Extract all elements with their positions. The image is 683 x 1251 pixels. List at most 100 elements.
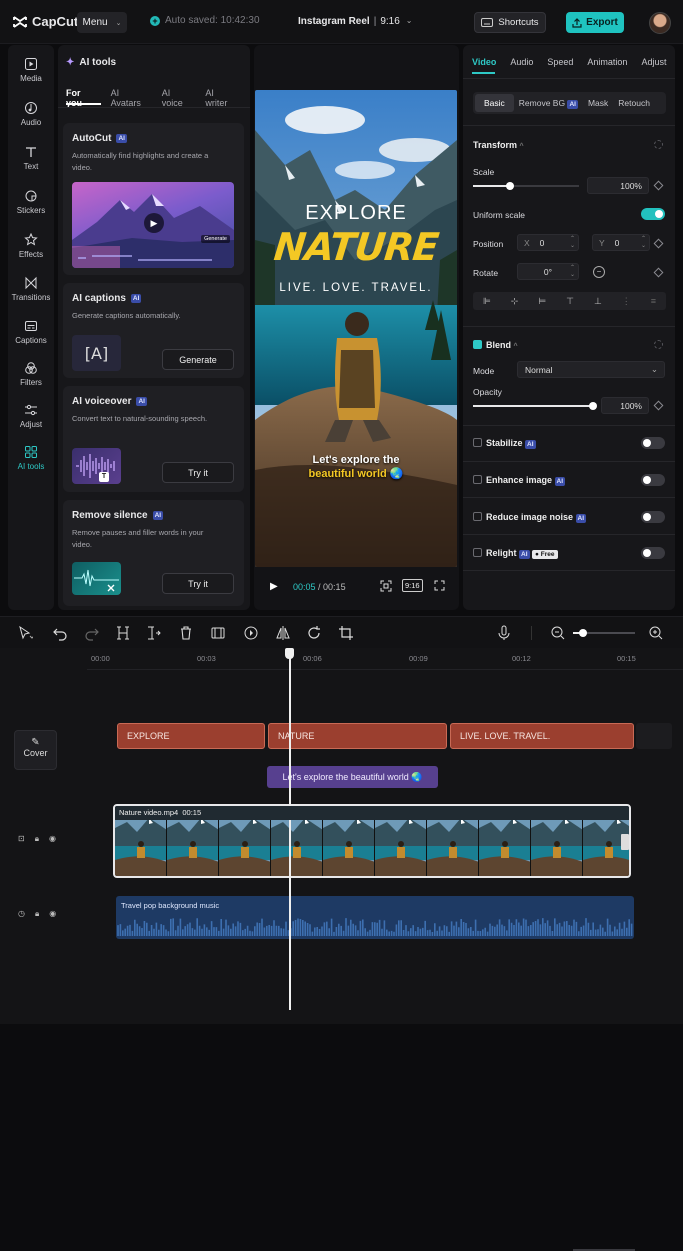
rail-item-audio[interactable]: Audio [8,101,54,127]
freeze-frame-icon[interactable] [210,625,226,641]
crop-icon[interactable] [338,625,354,641]
uniform-scale-toggle[interactable] [641,208,665,220]
relight-checkbox[interactable] [473,548,482,557]
blend-mode-select[interactable]: Normal ⌄ [517,361,665,378]
overlay-nature-text[interactable]: NATURE [255,225,457,269]
reduce-noise-checkbox[interactable] [473,512,482,521]
align-middle-icon[interactable]: ⊥ [594,296,602,307]
export-button[interactable]: Export [566,12,624,33]
stepper-icon[interactable]: ⌃ ⌄ [641,236,646,250]
caption-clip[interactable]: Let's explore the beautiful world 🌏 [267,766,438,788]
tab-for-you[interactable]: For you [66,88,94,108]
undo-icon[interactable] [52,625,68,641]
scale-value-field[interactable]: 100% [587,177,649,194]
reset-icon[interactable] [654,140,663,149]
rotate-icon[interactable] [306,625,322,641]
distribute-v-icon[interactable]: ≡ [651,296,656,306]
time-ruler[interactable]: 00:00 00:03 00:06 00:09 00:12 00:15 [87,648,683,670]
delete-icon[interactable] [178,625,194,641]
keyframe-icon[interactable] [653,238,664,249]
zoom-slider-knob[interactable] [579,629,587,637]
clip-end-handle[interactable] [621,834,629,850]
keyframe-icon[interactable] [653,267,664,278]
text-clip-tagline[interactable]: LIVE. LOVE. TRAVEL. [450,723,634,749]
overlay-explore-text[interactable]: EXPLORE [255,202,457,225]
tab-ai-writer[interactable]: AI writer [205,88,233,108]
rail-item-effects[interactable]: Effects [8,232,54,259]
scale-slider[interactable] [473,182,579,190]
enhance-image-checkbox[interactable] [473,475,482,484]
transform-section-title[interactable]: Transform ^ [473,140,524,150]
generate-button[interactable]: Generate [162,349,234,370]
tab-ai-avatars[interactable]: AI Avatars [111,88,145,108]
align-top-icon[interactable]: ⊤ [566,296,574,307]
autocut-thumbnail[interactable]: ▶ Generate [72,182,234,268]
track-add-icon[interactable]: ⊡ [18,834,25,844]
eye-icon[interactable]: ◉ [49,909,56,919]
tab-adjust[interactable]: Adjust [641,57,666,67]
relight-toggle[interactable] [641,547,665,559]
overlay-tagline-text[interactable]: LIVE. LOVE. TRAVEL. [255,282,457,294]
subtab-remove-bg[interactable]: Remove BG AI [514,94,583,112]
video-preview[interactable]: EXPLORE NATURE LIVE. LOVE. TRAVEL. Let's… [255,90,457,567]
user-avatar[interactable] [649,12,671,34]
zoom-in-icon[interactable] [648,625,664,641]
rail-item-text[interactable]: Text [8,145,54,171]
reverse-icon[interactable] [243,625,259,641]
project-title-dropdown[interactable]: Instagram Reel | 9:16 ⌄ [298,16,412,27]
ai-captions-card[interactable]: AI captions AI Generate captions automati… [63,283,244,378]
remove-silence-card[interactable]: Remove silence AI Remove pauses and fille… [63,500,244,606]
fit-frame-icon[interactable] [380,580,392,592]
rail-item-transitions[interactable]: Transitions [8,276,54,302]
try-it-button[interactable]: Try it [162,573,234,594]
shortcuts-button[interactable]: Shortcuts [474,12,546,33]
blend-checkbox[interactable] [473,340,482,349]
tab-video[interactable]: Video [472,57,496,67]
audio-clip[interactable]: Travel pop background music [116,896,634,939]
keyframe-icon[interactable] [653,180,664,191]
text-clip-nature[interactable]: NATURE [268,723,447,749]
keyframe-icon[interactable] [653,400,664,411]
stabilize-toggle[interactable] [641,437,665,449]
reduce-noise-toggle[interactable] [641,511,665,523]
cover-button[interactable]: ✎ Cover [14,730,57,770]
tab-animation[interactable]: Animation [587,57,627,67]
position-y-field[interactable]: Y 0 ⌃ ⌄ [592,234,650,251]
opacity-slider-knob[interactable] [589,402,597,410]
video-clip[interactable]: Nature video.mp4 00:15 [113,804,631,878]
reset-icon[interactable] [654,340,663,349]
ai-voiceover-card[interactable]: AI voiceover AI Convert text to natural-s… [63,386,244,492]
stepper-icon[interactable]: ⌃ ⌄ [570,265,575,279]
select-cursor-icon[interactable] [17,625,33,641]
rail-item-stickers[interactable]: Stickers [8,189,54,215]
audio-clock-icon[interactable]: ◷ [18,909,25,919]
opacity-slider[interactable] [473,402,597,410]
playhead[interactable] [285,648,294,1010]
capcut-logo[interactable]: CapCut [12,14,78,29]
zoom-slider-track[interactable] [573,629,635,637]
lock-icon[interactable]: 🔒︎ [35,834,39,844]
flip-minus-icon[interactable]: − [593,266,605,278]
enhance-image-toggle[interactable] [641,474,665,486]
zoom-out-icon[interactable] [550,625,566,641]
rail-item-ai-tools[interactable]: AI tools [8,445,54,471]
lock-icon[interactable]: 🔒︎ [35,909,39,919]
rail-item-media[interactable]: Media [8,57,54,83]
playhead-handle[interactable] [285,648,294,659]
subtab-retouch[interactable]: Retouch [613,94,655,112]
split-right-icon[interactable] [146,625,162,641]
ratio-button[interactable]: 9:16 [402,579,423,592]
redo-icon[interactable] [84,625,100,641]
mirror-icon[interactable] [275,625,291,641]
autocut-card[interactable]: AutoCut AI Automatically find highlights … [63,123,244,275]
tab-ai-voice[interactable]: AI voice [162,88,189,108]
try-it-button[interactable]: Try it [162,462,234,483]
play-icon[interactable]: ▶ [270,581,278,592]
text-clip-explore[interactable]: EXPLORE [117,723,265,749]
opacity-value-field[interactable]: 100% [601,397,649,414]
eye-icon[interactable]: ◉ [49,834,56,844]
play-button-icon[interactable]: ▶ [144,213,164,233]
tab-speed[interactable]: Speed [547,57,573,67]
fullscreen-icon[interactable] [434,580,445,591]
split-icon[interactable] [115,625,131,641]
